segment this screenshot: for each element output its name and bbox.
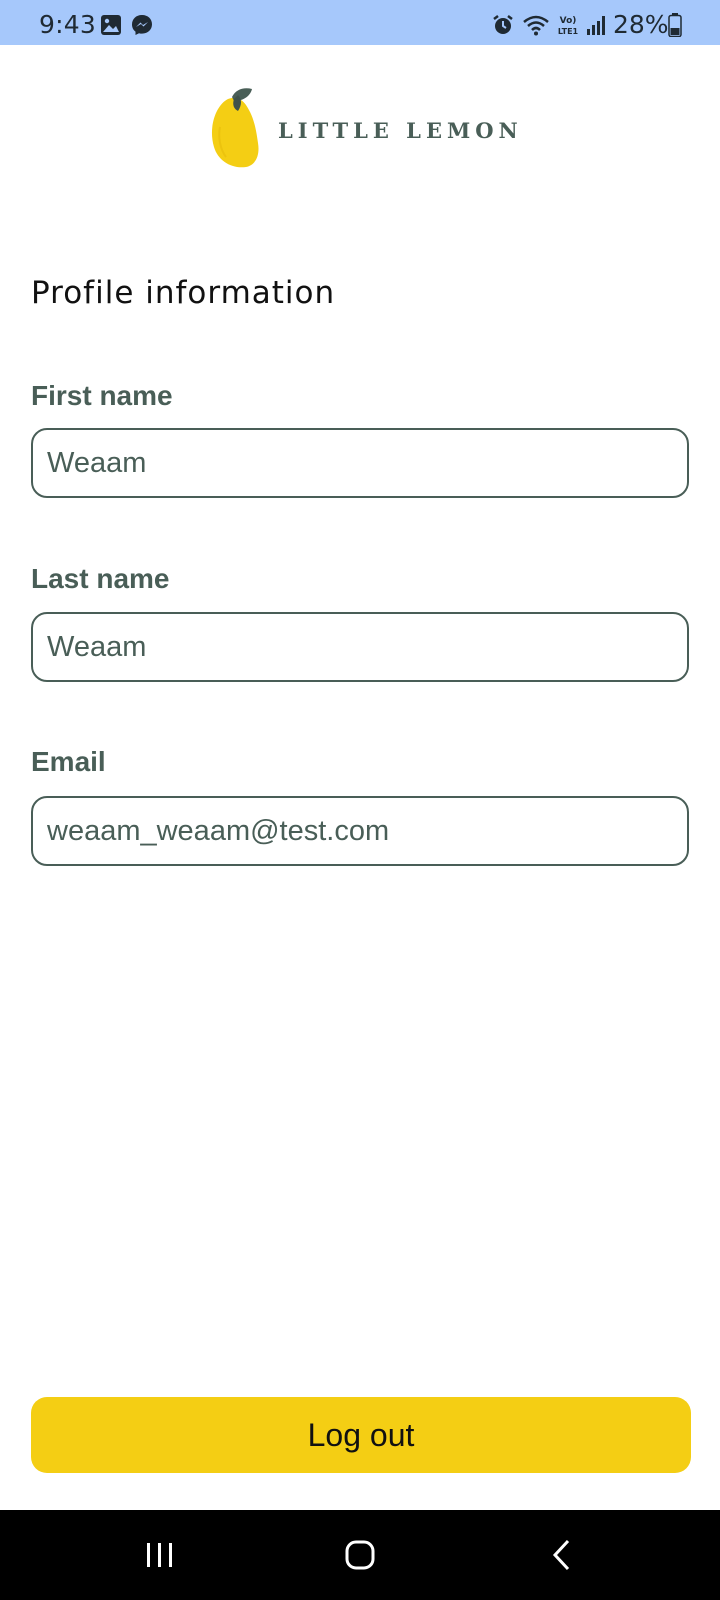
first-name-label: First name	[31, 380, 173, 411]
last-name-input[interactable]	[31, 612, 689, 682]
logout-button[interactable]: Log out	[31, 1397, 691, 1473]
svg-text:Vo): Vo)	[560, 16, 577, 26]
email-label: Email	[31, 746, 106, 777]
back-button[interactable]	[533, 1528, 593, 1582]
battery-icon	[668, 13, 682, 37]
status-time: 9:43	[39, 10, 96, 39]
home-icon	[345, 1540, 375, 1570]
home-button[interactable]	[330, 1528, 390, 1582]
messenger-icon	[132, 15, 152, 35]
gallery-icon	[101, 15, 121, 35]
navigation-bar	[0, 1510, 720, 1600]
svg-text:LTE1: LTE1	[558, 27, 579, 36]
recents-button[interactable]	[130, 1528, 190, 1582]
little-lemon-logo: LITTLE LEMON	[210, 87, 520, 171]
first-name-input[interactable]	[31, 428, 689, 498]
wifi-icon	[523, 15, 549, 36]
back-icon	[552, 1539, 570, 1571]
recents-icon	[147, 1543, 172, 1567]
email-input[interactable]	[31, 796, 689, 866]
page-title: Profile information	[31, 275, 336, 311]
alarm-icon	[493, 15, 513, 34]
status-bar: 9:43 Vo) LTE1 28%	[0, 0, 720, 45]
lemon-icon	[211, 88, 259, 168]
battery-percentage: 28%	[613, 10, 669, 39]
volte-icon: Vo) LTE1	[558, 16, 579, 36]
last-name-label: Last name	[31, 563, 170, 594]
signal-icon	[587, 16, 605, 35]
brand-name: LITTLE LEMON	[278, 118, 523, 143]
